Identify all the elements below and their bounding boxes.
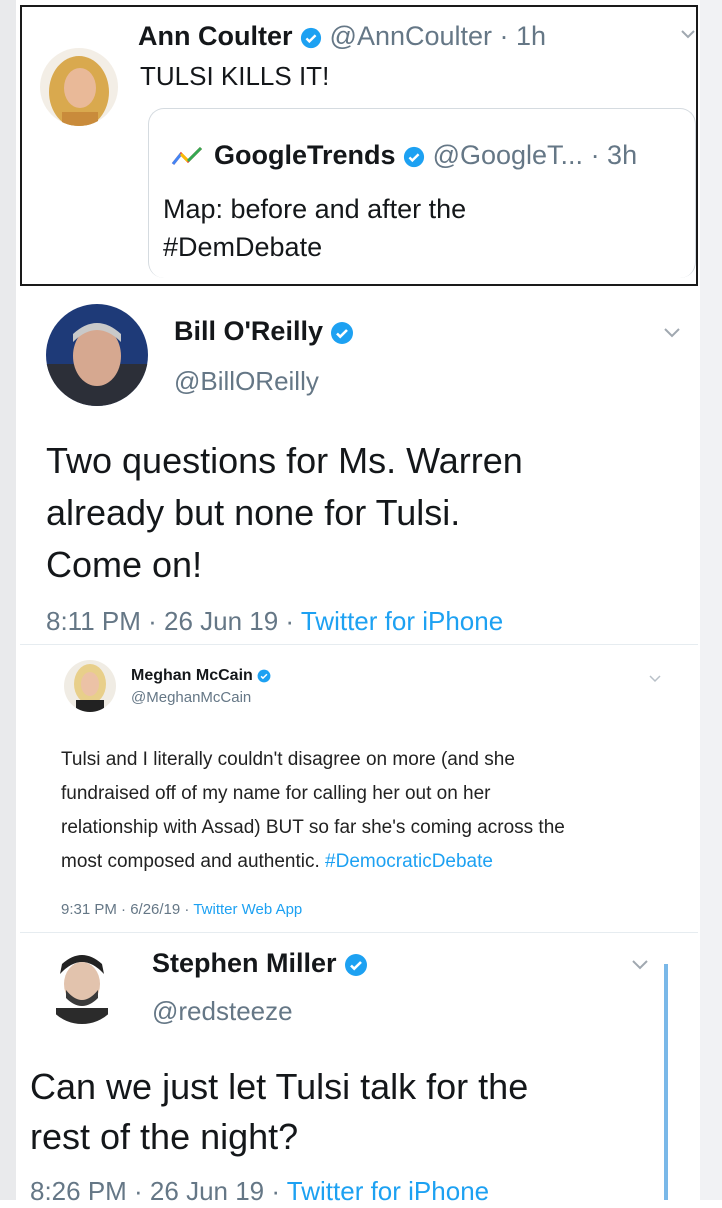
quoted-time[interactable]: · 3h xyxy=(591,140,638,170)
divider xyxy=(20,932,698,933)
coulter-handle[interactable]: @AnnCoulter xyxy=(330,21,493,51)
oreilly-name[interactable]: Bill O'Reilly xyxy=(174,316,323,346)
verified-icon xyxy=(345,953,368,976)
quoted-name[interactable]: GoogleTrends xyxy=(214,140,396,170)
chevron-down-icon[interactable] xyxy=(630,958,650,972)
coulter-avatar[interactable] xyxy=(40,48,118,126)
mccain-text-line-4: most composed and authentic. xyxy=(61,851,320,872)
left-margin xyxy=(0,0,16,1200)
oreilly-source-link[interactable]: Twitter for iPhone xyxy=(301,606,503,636)
miller-handle[interactable]: @redsteeze xyxy=(152,994,293,1028)
verified-icon xyxy=(403,146,425,167)
right-margin xyxy=(700,0,722,1200)
quoted-text-line-1: Map: before and after the xyxy=(163,194,467,224)
chevron-down-icon[interactable] xyxy=(662,326,682,340)
oreilly-text-line-1: Two questions for Ms. Warren xyxy=(46,440,523,481)
miller-name[interactable]: Stephen Miller xyxy=(152,948,337,978)
mccain-timestamp[interactable]: 9:31 PM · 6/26/19 · xyxy=(61,901,189,918)
verified-icon xyxy=(300,27,322,48)
coulter-tweet-text: TULSI KILLS IT! xyxy=(140,61,330,91)
oreilly-avatar[interactable] xyxy=(46,304,148,406)
quoted-handle[interactable]: @GoogleT... xyxy=(433,140,583,170)
mccain-text-line-3: relationship with Assad) BUT so far she'… xyxy=(61,817,565,838)
miller-timestamp[interactable]: 8:26 PM · 26 Jun 19 · xyxy=(30,1176,280,1206)
miller-text-line-2: rest of the night? xyxy=(30,1116,299,1157)
democratic-debate-hashtag[interactable]: #DemocraticDebate xyxy=(325,851,493,872)
oreilly-text-line-2: already but none for Tulsi. xyxy=(46,492,461,533)
coulter-name[interactable]: Ann Coulter xyxy=(138,21,293,51)
chevron-down-icon[interactable] xyxy=(648,674,662,684)
miller-avatar[interactable] xyxy=(42,944,122,1024)
miller-source-link[interactable]: Twitter for iPhone xyxy=(287,1176,489,1206)
mccain-text-line-1: Tulsi and I literally couldn't disagree … xyxy=(61,749,515,770)
quoted-text-line-2: #DemDebate xyxy=(163,232,323,262)
mccain-handle[interactable]: @MeghanMcCain xyxy=(131,688,251,708)
mccain-avatar[interactable] xyxy=(64,660,116,712)
scroll-indicator[interactable] xyxy=(664,964,668,1200)
verified-icon xyxy=(331,321,354,344)
google-trends-logo-icon xyxy=(171,146,203,165)
coulter-time[interactable]: · 1h xyxy=(500,21,547,51)
miller-text-line-1: Can we just let Tulsi talk for the xyxy=(30,1066,529,1107)
chevron-down-icon[interactable] xyxy=(680,28,696,40)
verified-icon xyxy=(257,669,271,683)
divider xyxy=(20,644,698,645)
mccain-text-line-2: fundraised off of my name for calling he… xyxy=(61,783,491,804)
mccain-source-link[interactable]: Twitter Web App xyxy=(193,901,302,918)
oreilly-text-line-3: Come on! xyxy=(46,544,203,585)
oreilly-timestamp[interactable]: 8:11 PM · 26 Jun 19 · xyxy=(46,606,294,636)
oreilly-handle[interactable]: @BillOReilly xyxy=(174,364,319,398)
divider xyxy=(20,284,698,286)
mccain-name[interactable]: Meghan McCain xyxy=(131,667,253,684)
